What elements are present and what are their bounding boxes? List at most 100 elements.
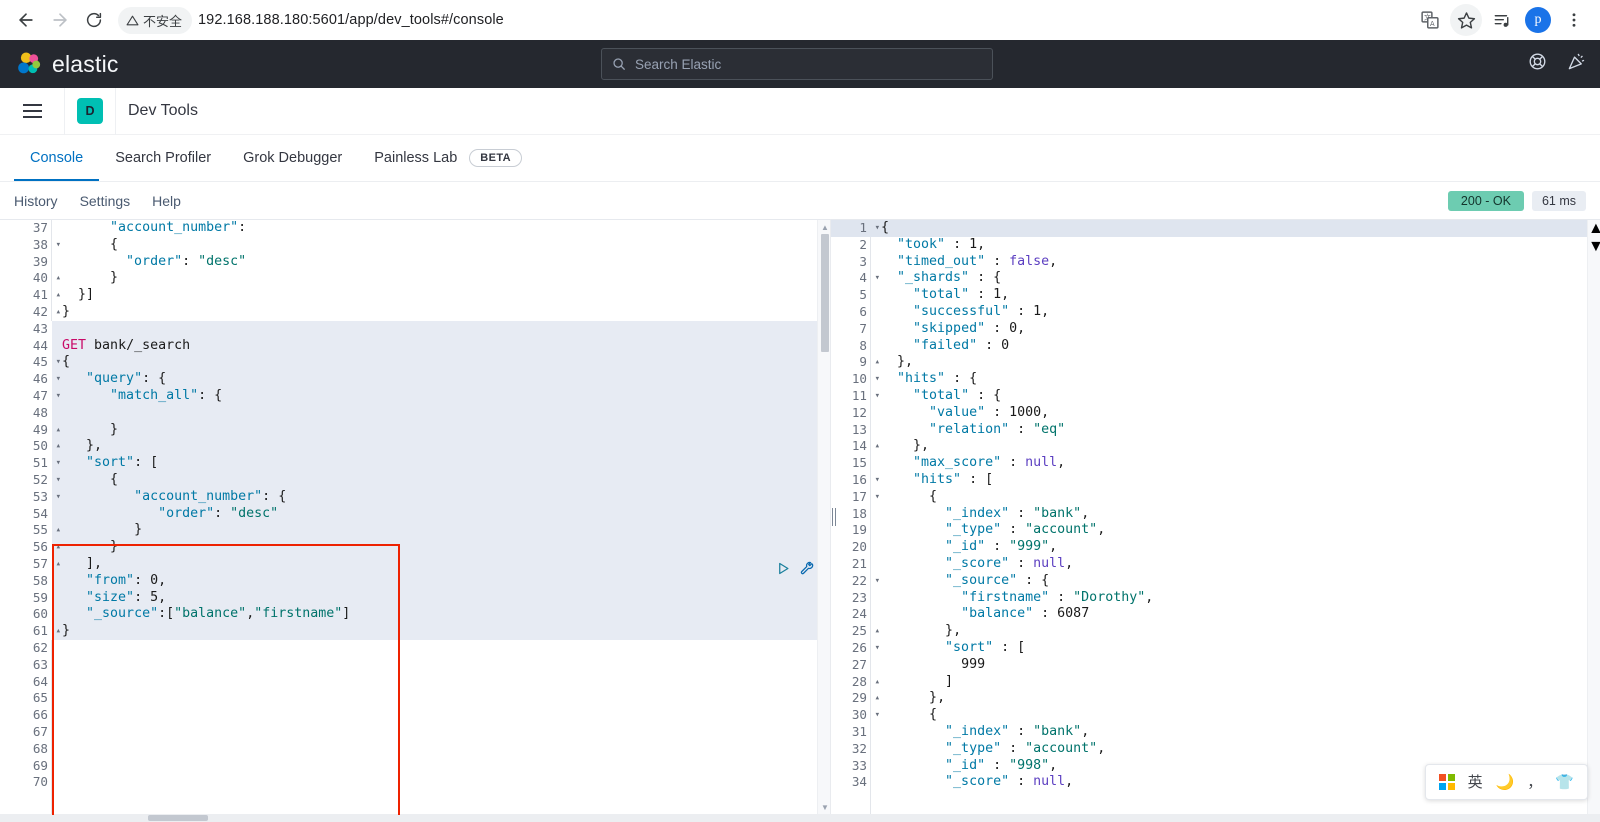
code-line[interactable]: 7 "skipped" : 0,	[831, 321, 1600, 338]
security-indicator[interactable]: 不安全	[118, 6, 193, 34]
code-line[interactable]: 50 ▴ },	[0, 438, 830, 456]
code-line[interactable]: 23 "firstname" : "Dorothy",	[831, 590, 1600, 607]
bookmark-button[interactable]	[1450, 4, 1482, 36]
fold-toggle-icon[interactable]: ▾	[56, 237, 61, 254]
code-line[interactable]: 39 "order": "desc"	[0, 254, 830, 271]
code-line[interactable]: 58 "from": 0,	[0, 572, 830, 590]
tab-console[interactable]: Console	[14, 135, 99, 181]
code-line[interactable]: 25 ▴ },	[831, 623, 1600, 640]
code-line[interactable]: 30 ▾ {	[831, 707, 1600, 724]
address-bar[interactable]: 不安全 192.168.188.180:5601/app/dev_tools#/…	[118, 5, 1412, 35]
fold-toggle-icon[interactable]: ▴	[56, 522, 61, 539]
code-line[interactable]: 48	[0, 404, 830, 422]
fold-toggle-icon[interactable]: ▾	[875, 388, 880, 405]
code-line[interactable]: 41 ▴ }]	[0, 287, 830, 304]
code-line[interactable]: 22 ▾ "_source" : {	[831, 573, 1600, 590]
fold-toggle-icon[interactable]: ▴	[875, 674, 880, 691]
code-line[interactable]: 27 999	[831, 657, 1600, 674]
code-line[interactable]: 53 ▾ "account_number": {	[0, 488, 830, 506]
horizontal-scroll-thumb[interactable]	[148, 815, 208, 821]
code-line[interactable]: 28 ▴ ]	[831, 674, 1600, 691]
fold-toggle-icon[interactable]: ▴	[56, 556, 61, 573]
fold-toggle-icon[interactable]: ▴	[56, 539, 61, 556]
history-button[interactable]: History	[14, 193, 58, 209]
browser-menu-button[interactable]	[1558, 4, 1590, 36]
code-line[interactable]: 57 ▴ ],	[0, 555, 830, 573]
request-editor-pane[interactable]: 37 "account_number": 38 ▾ {39 "order": "de…	[0, 219, 830, 815]
ime-mode-button[interactable]: 英	[1468, 775, 1483, 790]
response-pane[interactable]: 1 ▾{2 "took" : 1, 3 "timed_out" : false, 4 ▾…	[830, 219, 1600, 815]
fold-toggle-icon[interactable]: ▾	[56, 489, 61, 506]
code-line[interactable]: 38 ▾ {	[0, 237, 830, 254]
code-line[interactable]: 70	[0, 774, 830, 791]
fold-toggle-icon[interactable]: ▾	[56, 354, 61, 371]
code-line[interactable]: 2 "took" : 1,	[831, 237, 1600, 254]
code-line[interactable]: 40 ▴ }	[0, 270, 830, 287]
translate-button[interactable]: 文 A	[1414, 4, 1446, 36]
help-button[interactable]: Help	[152, 193, 181, 209]
fold-toggle-icon[interactable]: ▴	[56, 287, 61, 304]
code-line[interactable]: 6 "successful" : 1,	[831, 304, 1600, 321]
fold-toggle-icon[interactable]: ▴	[56, 422, 61, 439]
code-line[interactable]: 10 ▾ "hits" : {	[831, 371, 1600, 388]
fold-toggle-icon[interactable]: ▾	[875, 489, 880, 506]
fold-toggle-icon[interactable]: ▴	[56, 438, 61, 455]
fold-toggle-icon[interactable]: ▾	[875, 573, 880, 590]
keyboard-icon[interactable]: 👕	[1555, 775, 1574, 790]
scroll-up-icon[interactable]: ▲	[821, 224, 829, 232]
code-line[interactable]: 5 "total" : 1,	[831, 287, 1600, 304]
tab-search-profiler[interactable]: Search Profiler	[99, 135, 227, 181]
code-line[interactable]: 15 "max_score" : null,	[831, 455, 1600, 472]
response-scrollbar[interactable]: ▲ ▼	[1587, 220, 1600, 815]
code-line[interactable]: 52 ▾ {	[0, 471, 830, 489]
fold-toggle-icon[interactable]: ▾	[875, 640, 880, 657]
fold-toggle-icon[interactable]: ▴	[875, 623, 880, 640]
fold-toggle-icon[interactable]: ▾	[56, 371, 61, 388]
code-line[interactable]: 60 "_source":["balance","firstname"]	[0, 606, 830, 624]
code-line[interactable]: 49 ▴ }	[0, 421, 830, 439]
code-line[interactable]: 20 "_id" : "999",	[831, 539, 1600, 556]
code-line[interactable]: 13 "relation" : "eq"	[831, 422, 1600, 439]
code-line[interactable]: 63	[0, 657, 830, 674]
fold-toggle-icon[interactable]: ▾	[875, 472, 880, 489]
code-line[interactable]: 51 ▾ "sort": [	[0, 455, 830, 472]
back-button[interactable]	[10, 4, 42, 36]
fold-toggle-icon[interactable]: ▾	[875, 220, 880, 237]
code-line[interactable]: 16 ▾ "hits" : [	[831, 472, 1600, 489]
code-line[interactable]: 62	[0, 640, 830, 657]
code-line[interactable]: 61 ▴}	[0, 623, 830, 640]
code-line[interactable]: 65	[0, 690, 830, 707]
code-line[interactable]: 64	[0, 674, 830, 691]
scroll-down-icon[interactable]: ▼	[821, 804, 829, 812]
code-line[interactable]: 21 "_score" : null,	[831, 556, 1600, 573]
whats-new-button[interactable]	[1567, 52, 1586, 76]
fold-toggle-icon[interactable]: ▾	[56, 472, 61, 489]
code-line[interactable]: 32 "_type" : "account",	[831, 741, 1600, 758]
fold-toggle-icon[interactable]: ▾	[875, 707, 880, 724]
code-line[interactable]: 59 "size": 5,	[0, 589, 830, 607]
wrench-icon[interactable]	[800, 561, 815, 576]
code-line[interactable]: 9 ▴ },	[831, 354, 1600, 371]
request-editor[interactable]: 37 "account_number": 38 ▾ {39 "order": "de…	[0, 220, 830, 791]
code-line[interactable]: 37 "account_number":	[0, 220, 830, 237]
code-line[interactable]: 4 ▾ "_shards" : {	[831, 270, 1600, 287]
reload-button[interactable]	[78, 4, 110, 36]
code-line[interactable]: 24 "balance" : 6087	[831, 606, 1600, 623]
fold-toggle-icon[interactable]: ▴	[875, 438, 880, 455]
elastic-brand[interactable]: elastic	[16, 51, 119, 78]
code-line[interactable]: 11 ▾ "total" : {	[831, 388, 1600, 405]
fold-toggle-icon[interactable]: ▾	[56, 455, 61, 472]
code-line[interactable]: 14 ▴ },	[831, 438, 1600, 455]
code-line[interactable]: 31 "_index" : "bank",	[831, 724, 1600, 741]
code-line[interactable]: 17 ▾ {	[831, 489, 1600, 506]
fold-toggle-icon[interactable]: ▾	[875, 371, 880, 388]
media-control-button[interactable]	[1486, 4, 1518, 36]
settings-button[interactable]: Settings	[80, 193, 131, 209]
punctuation-icon[interactable]: ，	[1527, 775, 1542, 790]
fold-toggle-icon[interactable]: ▾	[875, 270, 880, 287]
profile-button[interactable]: p	[1522, 4, 1554, 36]
forward-button[interactable]	[44, 4, 76, 36]
fold-toggle-icon[interactable]: ▾	[56, 388, 61, 405]
code-line[interactable]: 42 ▴}	[0, 304, 830, 321]
fold-toggle-icon[interactable]: ▴	[875, 690, 880, 707]
